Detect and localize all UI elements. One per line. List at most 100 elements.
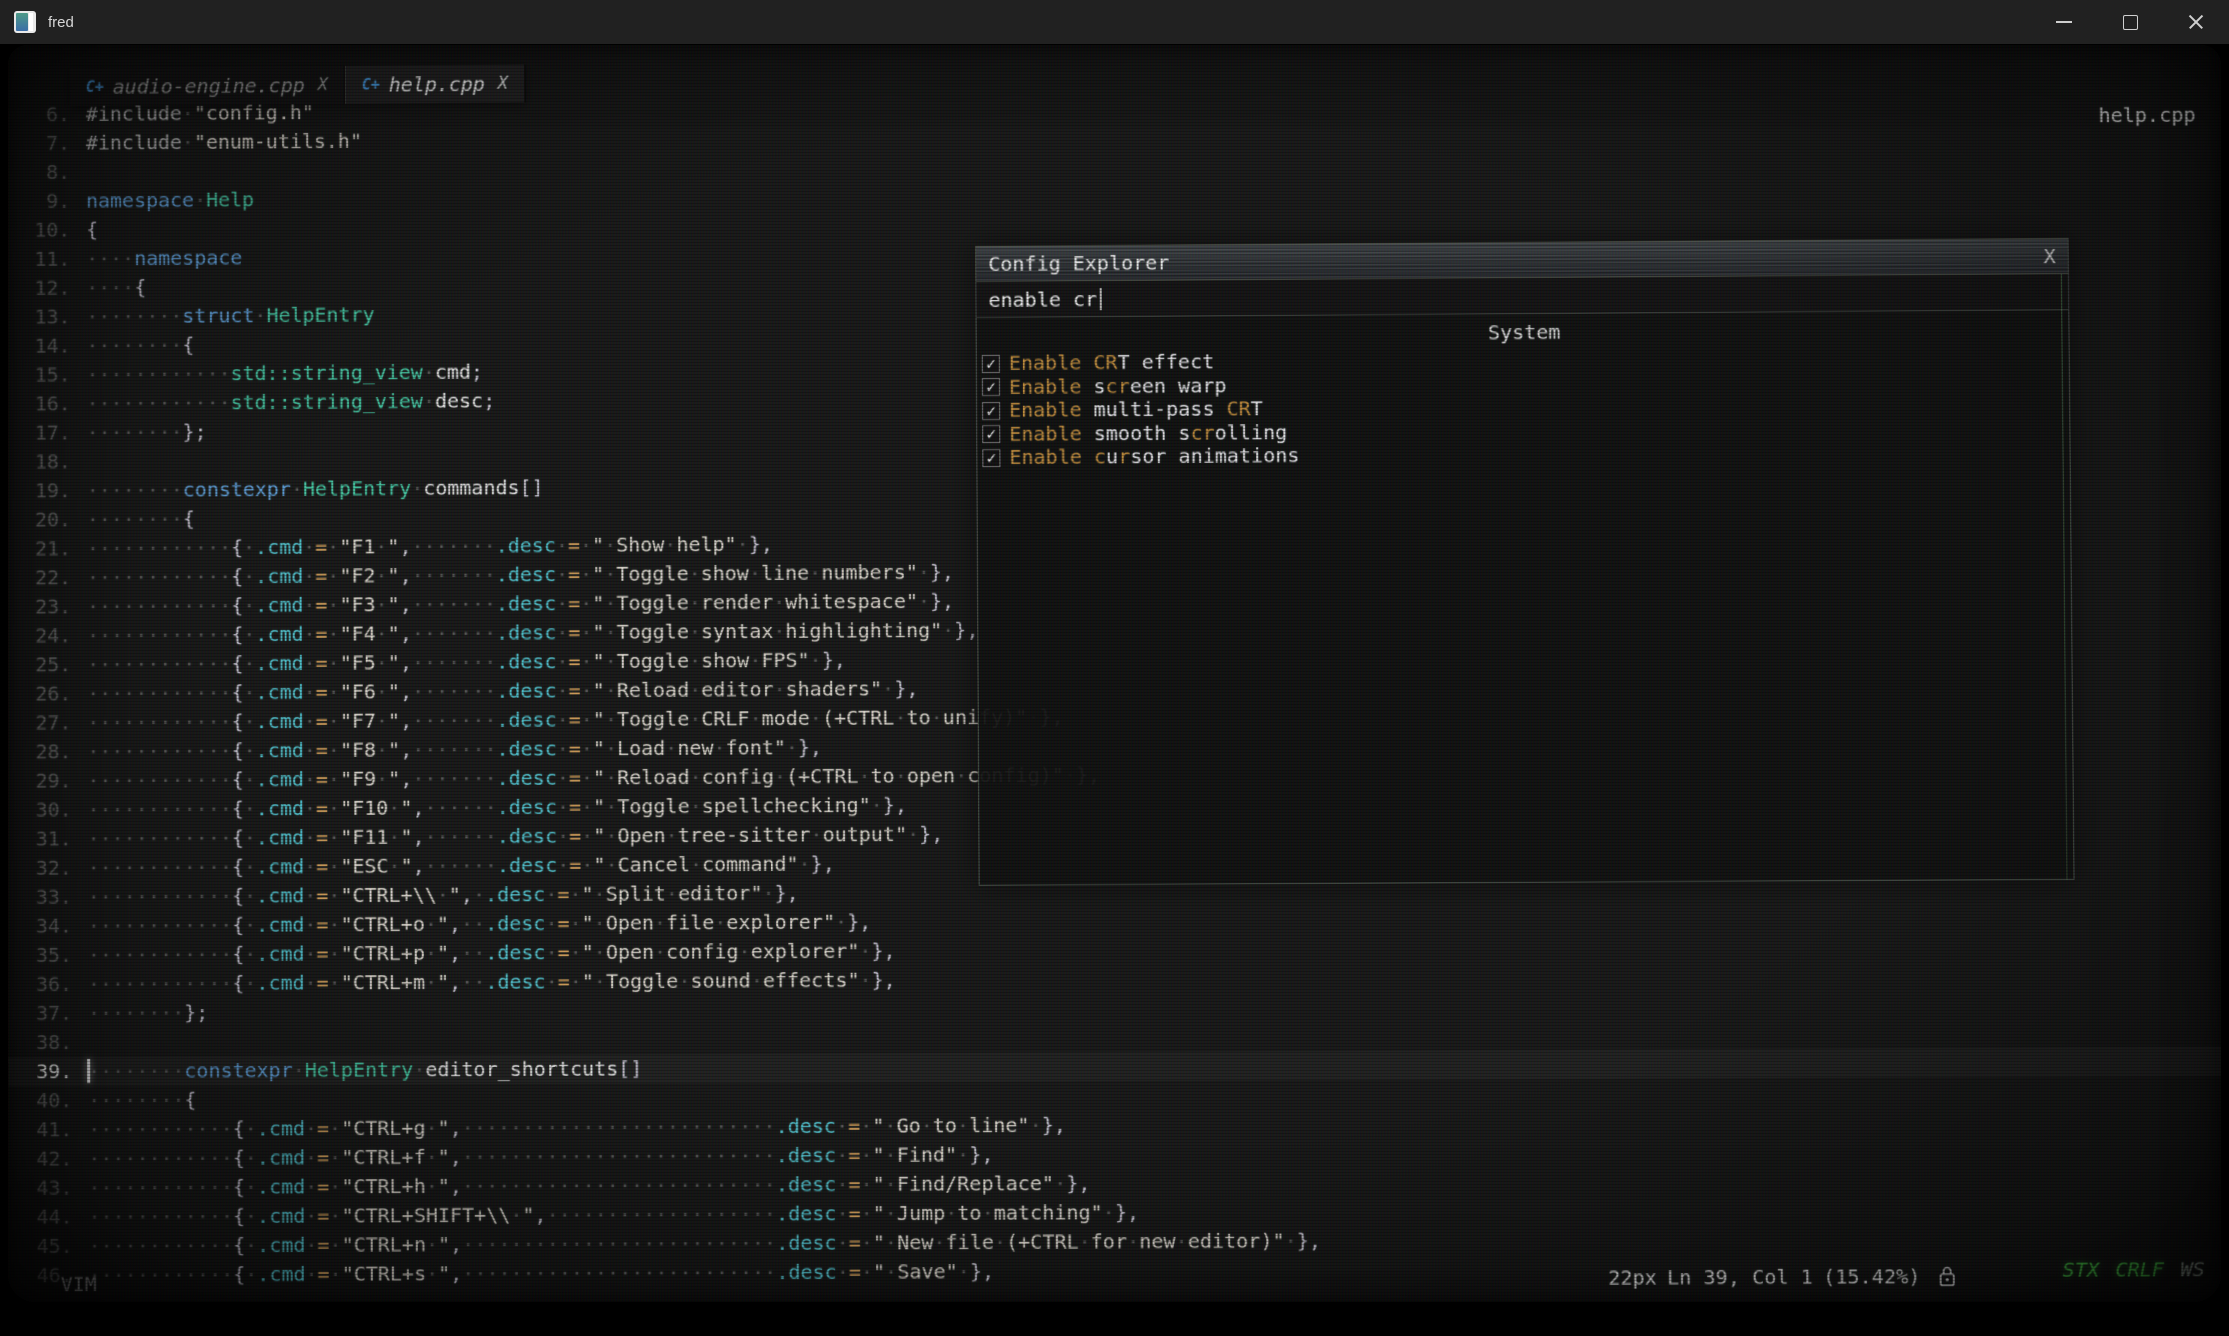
- whitespace-dots: ········: [88, 1059, 184, 1084]
- code-token: "F10: [340, 796, 388, 820]
- whitespace-dots: ·: [388, 854, 400, 878]
- whitespace-dots: ············: [87, 593, 231, 618]
- whitespace-dots: ·: [594, 911, 606, 935]
- app-icon-pane2: [29, 13, 33, 31]
- whitespace-dots: ·: [1127, 1229, 1139, 1253]
- whitespace-dots: ·······: [412, 737, 496, 762]
- whitespace-dots: ·: [425, 941, 437, 965]
- code-token: .desc: [496, 533, 556, 557]
- option-label-text: een warp: [1130, 374, 1227, 398]
- code-token: .desc: [497, 853, 557, 877]
- checkbox-icon[interactable]: ✓: [982, 402, 1000, 420]
- code-token: ,: [399, 563, 411, 587]
- code-token: ,: [400, 592, 412, 616]
- code-token: =: [569, 824, 581, 848]
- checkbox-icon[interactable]: ✓: [982, 355, 1000, 373]
- whitespace-dots: ·······: [412, 766, 496, 791]
- line-number: 13.: [8, 302, 70, 331]
- whitespace-dots: ·: [425, 912, 437, 936]
- code-token: Split: [606, 881, 666, 905]
- whitespace-dots: ·······: [412, 708, 496, 733]
- tab-close-icon[interactable]: X: [498, 74, 508, 94]
- code-token: constexpr: [184, 1058, 292, 1083]
- code-token: Toggle: [616, 561, 688, 586]
- whitespace-dots: ······: [425, 853, 497, 877]
- code-token: =: [569, 707, 581, 731]
- code-token: command": [702, 852, 799, 877]
- whitespace-dots: ·: [895, 764, 907, 788]
- option-label-match: CR: [1226, 397, 1250, 421]
- whitespace-dots: ·: [569, 882, 581, 906]
- status-main: 22px Ln 39, Col 1 (15.42%): [1608, 1264, 1956, 1290]
- code-token: ,: [450, 1232, 462, 1256]
- whitespace-dots: ·: [304, 709, 316, 733]
- whitespace-dots: ·: [859, 968, 871, 992]
- code-token: .cmd: [256, 680, 304, 704]
- whitespace-dots: ·: [376, 767, 388, 791]
- whitespace-dots: ·: [918, 560, 930, 584]
- whitespace-dots: ··························: [462, 1114, 776, 1140]
- lock-icon: [1939, 1265, 1956, 1287]
- whitespace-dots: ·: [305, 1204, 317, 1228]
- code-token: },: [1066, 1171, 1090, 1195]
- line-number: 42.: [8, 1144, 72, 1173]
- tab-help[interactable]: C+ help.cpp X: [345, 65, 525, 104]
- code-token: },: [811, 851, 835, 875]
- whitespace-dots: ·: [871, 793, 883, 817]
- code-token: =: [316, 651, 328, 675]
- line-number: 16.: [8, 389, 71, 418]
- code-token: .desc: [496, 678, 556, 702]
- code-token: {: [232, 767, 244, 791]
- code-token: =: [849, 1230, 861, 1254]
- code-token: show: [701, 561, 749, 585]
- whitespace-dots: ·······: [412, 621, 496, 646]
- line-number: 32.: [8, 854, 72, 883]
- line-number: 39.: [8, 1057, 72, 1086]
- whitespace-dots: ·: [413, 1057, 425, 1081]
- whitespace-dots: ·: [605, 707, 617, 731]
- code-token: ": [592, 620, 604, 644]
- popup-close-button[interactable]: X: [2043, 244, 2055, 268]
- code-token: (+CTRL: [786, 764, 859, 789]
- window-titlebar[interactable]: fred: [0, 0, 2229, 44]
- line-number: 29.: [8, 766, 72, 795]
- code-token: to: [870, 764, 894, 788]
- whitespace-dots: ·: [884, 1113, 896, 1137]
- code-token: {: [232, 884, 244, 908]
- code-token: =: [315, 535, 327, 559]
- code-token: ": [582, 940, 594, 964]
- whitespace-dots: ·······: [412, 650, 496, 675]
- code-token: ": [388, 679, 400, 703]
- checkbox-icon[interactable]: ✓: [982, 449, 1000, 467]
- code-token: highlighting": [785, 618, 942, 643]
- code-token: ,: [450, 1174, 462, 1198]
- whitespace-dots: ·: [245, 1116, 257, 1140]
- option-label-text: sor animations: [1130, 444, 1299, 469]
- whitespace-dots: ·: [243, 535, 255, 559]
- whitespace-dots: ·: [329, 1203, 341, 1227]
- close-button[interactable]: [2163, 0, 2229, 44]
- code-token: .desc: [776, 1114, 837, 1138]
- tab-audio-engine[interactable]: C+ audio-engine.cpp X: [70, 66, 345, 106]
- whitespace-dots: ·: [304, 738, 316, 762]
- whitespace-dots: ·: [860, 1143, 872, 1167]
- checkbox-icon[interactable]: ✓: [982, 378, 1000, 396]
- whitespace-dots: ·: [690, 852, 702, 876]
- code-token: },: [1297, 1228, 1321, 1252]
- code-token: New: [897, 1230, 933, 1254]
- whitespace-dots: ·: [605, 678, 617, 702]
- code-token: .cmd: [255, 651, 303, 675]
- line-number: 35.: [8, 941, 72, 970]
- checkbox-icon[interactable]: ✓: [982, 425, 1000, 443]
- maximize-button[interactable]: [2097, 0, 2163, 44]
- code-token: ": [872, 1113, 884, 1137]
- code-token: =: [568, 562, 580, 586]
- code-token: editor)": [1188, 1229, 1285, 1254]
- minimize-button[interactable]: [2031, 0, 2097, 44]
- font-size-indicator: 22px: [1608, 1265, 1657, 1289]
- option-label-match: Enable: [1009, 351, 1082, 375]
- tab-close-icon[interactable]: X: [318, 75, 328, 95]
- config-option-row[interactable]: ✓Enable cursor animations: [982, 439, 2069, 470]
- code-token: ,: [400, 679, 412, 703]
- code-token: Toggle: [606, 969, 679, 993]
